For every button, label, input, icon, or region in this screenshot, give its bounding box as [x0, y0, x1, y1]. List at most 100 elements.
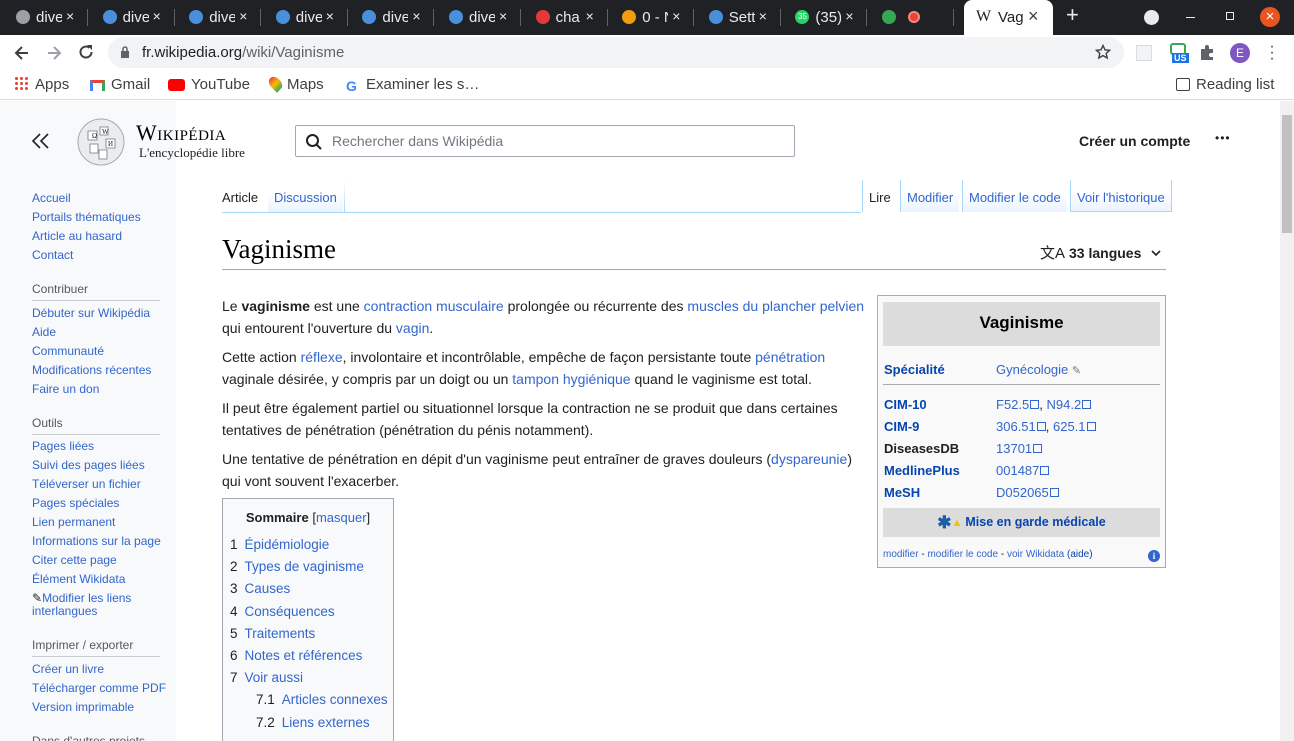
toc-item[interactable]: 4 Conséquences	[230, 604, 335, 619]
sidebar-tools-link[interactable]: Citer cette page	[32, 553, 117, 567]
article-link[interactable]: tampon hygiénique	[512, 371, 630, 387]
sidebar-tools-link[interactable]: Pages spéciales	[32, 496, 119, 510]
sidebar-nav-link[interactable]: Article au hasard	[32, 229, 122, 243]
external-code-link[interactable]: F52.5	[996, 397, 1029, 412]
sidebar-contribute-link[interactable]: Communauté	[32, 344, 104, 358]
wikipedia-logo[interactable]: Ω W И Wikipédia L'encyclopédie libre	[76, 117, 266, 167]
sidebar-contribute-link[interactable]: Modifications récentes	[32, 363, 151, 377]
toc-item[interactable]: 7.2 Liens externes	[256, 715, 370, 730]
toc-item[interactable]: 2 Types de vaginisme	[230, 559, 364, 574]
close-tab-icon[interactable]: ×	[845, 8, 853, 24]
close-tab-icon[interactable]: ×	[1028, 6, 1039, 27]
sidebar-nav-link[interactable]: Portails thématiques	[32, 210, 141, 224]
browser-tab[interactable]: dive ×	[2, 0, 88, 35]
close-tab-icon[interactable]: ×	[239, 8, 247, 24]
bookmark-apps[interactable]: Apps	[14, 76, 69, 93]
close-window-button[interactable]: ×	[1260, 7, 1280, 27]
infobox-row-label[interactable]: MeSH	[884, 485, 920, 500]
article-link[interactable]: réflexe	[301, 349, 343, 365]
browser-tab[interactable]: dive ×	[348, 0, 435, 35]
browser-tab[interactable]: dive ×	[435, 0, 521, 35]
search-box[interactable]: Rechercher dans Wikipédia	[295, 125, 795, 157]
sidebar-print-link[interactable]: Version imprimable	[32, 700, 134, 714]
toc-item[interactable]: 5 Traitements	[230, 626, 315, 641]
reload-icon[interactable]	[77, 43, 95, 61]
sidebar-contribute-link[interactable]: Débuter sur Wikipédia	[32, 306, 150, 320]
tab-read[interactable]: Lire	[862, 180, 897, 212]
active-tab[interactable]: W Vag ×	[964, 0, 1053, 35]
scrollbar-thumb[interactable]	[1282, 115, 1292, 233]
toc-link[interactable]: Épidémiologie	[245, 537, 330, 552]
sidebar-interlang-link[interactable]: ✎Modifier les liens	[32, 591, 131, 605]
external-code-link[interactable]: 625.1	[1053, 419, 1086, 434]
extension-icon[interactable]	[1136, 45, 1152, 61]
sidebar-nav-link[interactable]: Accueil	[32, 191, 71, 205]
toc-item[interactable]: 7.1 Articles connexes	[256, 692, 388, 707]
article-link[interactable]: vagin	[396, 320, 429, 336]
infobox-row-label[interactable]: MedlinePlus	[884, 463, 960, 478]
bookmark-examiner[interactable]: G Examiner les s…	[346, 76, 479, 94]
puzzle-extensions-icon[interactable]	[1199, 44, 1216, 61]
external-code-link[interactable]: 001487	[996, 463, 1039, 478]
toc-link[interactable]: Notes et références	[245, 648, 363, 663]
tab-discussion[interactable]: Discussion	[268, 180, 343, 212]
infobox-row-label[interactable]: CIM-9	[884, 419, 919, 434]
sidebar-tools-link[interactable]: Informations sur la page	[32, 534, 161, 548]
specialty-link[interactable]: Gynécologie	[996, 362, 1068, 377]
infobox-row-label[interactable]: CIM-10	[884, 397, 927, 412]
new-tab-button[interactable]: +	[1066, 2, 1079, 28]
minimize-icon[interactable]	[1186, 17, 1195, 18]
toc-link[interactable]: Traitements	[245, 626, 316, 641]
tab-search-icon[interactable]	[1144, 10, 1159, 25]
back-arrow-icon[interactable]	[13, 44, 31, 62]
browser-tab[interactable]: cha ×	[522, 0, 608, 35]
tab-article[interactable]: Article	[216, 180, 265, 212]
tab-history[interactable]: Voir l'historique	[1070, 180, 1172, 212]
tab-edit[interactable]: Modifier	[900, 180, 960, 212]
external-code-link[interactable]: D052065	[996, 485, 1049, 500]
close-tab-icon[interactable]: ×	[66, 8, 74, 24]
sidebar-tools-link[interactable]: Téléverser un fichier	[32, 477, 141, 491]
sidebar-print-link[interactable]: Télécharger comme PDF	[32, 681, 166, 695]
close-tab-icon[interactable]: ×	[153, 8, 161, 24]
toc-link[interactable]: Articles connexes	[282, 692, 388, 707]
specialty-value[interactable]: Gynécologie ✎	[996, 362, 1081, 377]
bookmark-star-icon[interactable]	[1095, 44, 1111, 60]
restore-icon[interactable]	[1226, 12, 1234, 20]
close-tab-icon[interactable]: ×	[412, 8, 420, 24]
toc-link[interactable]: Causes	[245, 581, 291, 596]
footer-edit-link[interactable]: modifier	[883, 549, 919, 560]
language-button[interactable]: 文A 33 langues	[1040, 242, 1161, 263]
pencil-icon[interactable]: ✎	[1072, 365, 1081, 377]
browser-tab[interactable]: ×	[868, 0, 954, 35]
more-options-icon[interactable]: •••	[1215, 131, 1231, 145]
chrome-menu-icon[interactable]: · · ·	[1264, 39, 1280, 67]
browser-tab[interactable]: dive ×	[175, 0, 262, 35]
browser-tab[interactable]: Sett ×	[695, 0, 781, 35]
article-link[interactable]: contraction musculaire	[364, 298, 504, 314]
article-link[interactable]: pénétration	[755, 349, 825, 365]
footer-help-link[interactable]: (aide)	[1067, 549, 1093, 560]
create-account-link[interactable]: Créer un compte	[1079, 133, 1190, 149]
sidebar-tools-link[interactable]: Élément Wikidata	[32, 572, 125, 586]
sidebar-contribute-link[interactable]: Faire un don	[32, 382, 99, 396]
sidebar-tools-link[interactable]: Suivi des pages liées	[32, 458, 145, 472]
toc-item[interactable]: 3 Causes	[230, 581, 290, 596]
browser-tab[interactable]: (35) × 35	[781, 0, 868, 35]
tab-edit-source[interactable]: Modifier le code	[962, 180, 1067, 212]
collapse-sidebar-icon[interactable]	[32, 133, 50, 149]
bookmark-youtube[interactable]: YouTube	[168, 76, 250, 93]
toc-link[interactable]: Types de vaginisme	[245, 559, 364, 574]
bookmark-gmail[interactable]: Gmail	[90, 76, 150, 93]
footer-wikidata-link[interactable]: voir Wikidata	[1007, 549, 1064, 560]
external-code-link[interactable]: 13701	[996, 441, 1032, 456]
specialty-label[interactable]: Spécialité	[884, 362, 945, 377]
toc-link[interactable]: Voir aussi	[245, 670, 304, 685]
external-code-link[interactable]: 306.51	[996, 419, 1036, 434]
sidebar-tools-link[interactable]: Lien permanent	[32, 515, 115, 529]
footer-edit-source-link[interactable]: modifier le code	[927, 549, 998, 560]
close-tab-icon[interactable]: ×	[499, 8, 507, 24]
page-scrollbar[interactable]	[1280, 101, 1294, 741]
toc-link[interactable]: Conséquences	[245, 604, 335, 619]
close-tab-icon[interactable]: ×	[326, 8, 334, 24]
